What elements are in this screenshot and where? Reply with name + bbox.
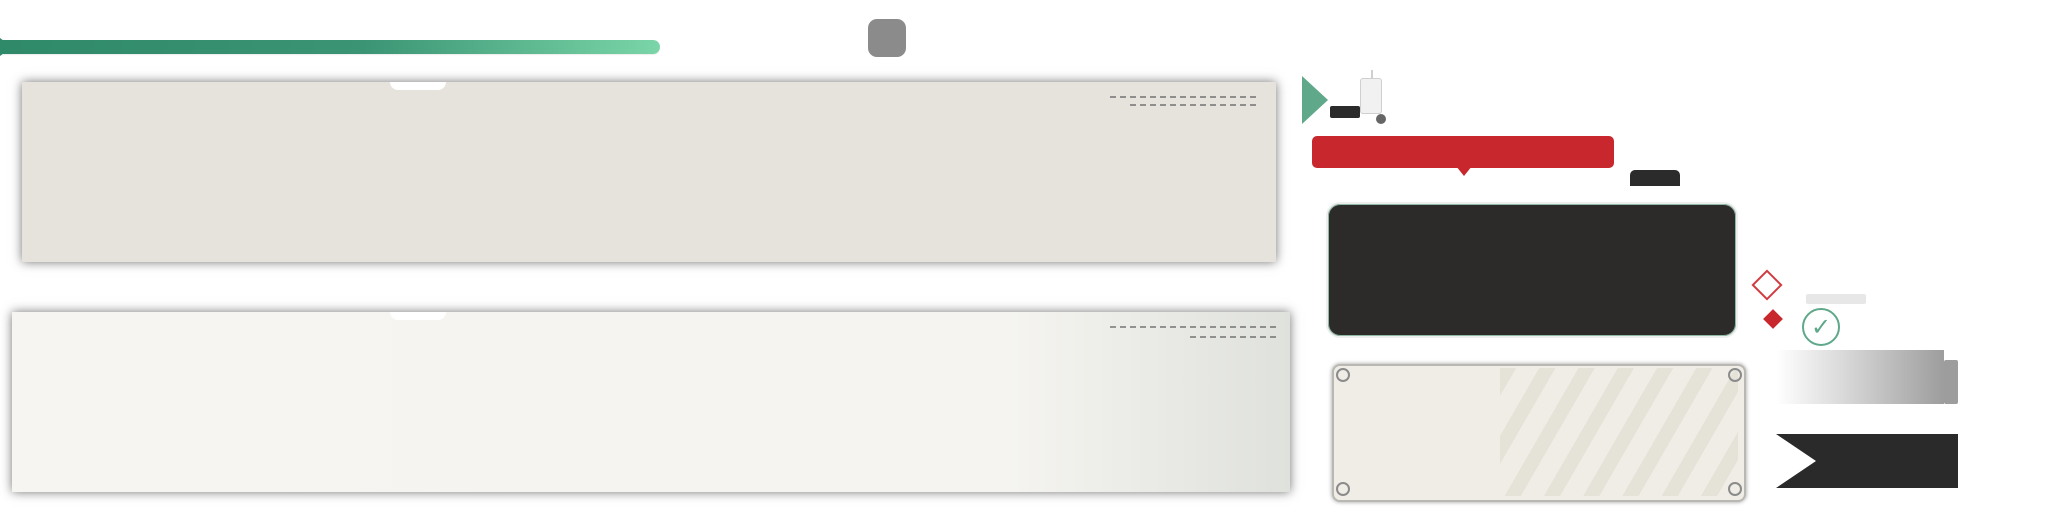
gradient-bar	[1776, 350, 1944, 404]
gradient-bar-cap	[1944, 360, 1958, 404]
check-circle-icon[interactable]: ✓	[1802, 308, 1840, 346]
corner-ornament-icon	[1336, 368, 1350, 382]
ribbon-banner[interactable]	[1776, 434, 1958, 488]
red-tooltip-tail	[1456, 166, 1472, 176]
diamond-filled-icon[interactable]	[1763, 309, 1783, 329]
light-card-pattern	[1500, 368, 1738, 496]
slider-handle[interactable]	[1360, 78, 1382, 114]
play-arrow-icon[interactable]	[1302, 76, 1328, 124]
diamond-outline-icon[interactable]	[1751, 269, 1783, 301]
panel-top-streak	[1110, 96, 1260, 98]
slider-tab	[1330, 106, 1360, 118]
progress-knob-button[interactable]	[868, 19, 906, 57]
dark-tab[interactable]	[1630, 170, 1680, 186]
dark-card[interactable]	[1326, 202, 1738, 338]
corner-ornament-icon	[1728, 368, 1742, 382]
panel-top	[22, 82, 1276, 262]
red-tooltip	[1312, 136, 1614, 168]
progress-bar-fill	[0, 40, 660, 54]
panel-bottom-streak	[1190, 336, 1280, 338]
faint-label	[1806, 294, 1866, 304]
panel-top-streak	[1130, 104, 1260, 106]
panel-bottom-streak	[1110, 326, 1280, 328]
corner-ornament-icon	[1336, 482, 1350, 496]
panel-bottom-notch	[390, 312, 446, 320]
progress-start-marker-icon	[0, 38, 12, 56]
slider-pin-icon	[1376, 114, 1386, 124]
panel-top-notch	[390, 82, 446, 90]
corner-ornament-icon	[1728, 482, 1742, 496]
panel-bottom	[12, 312, 1290, 492]
